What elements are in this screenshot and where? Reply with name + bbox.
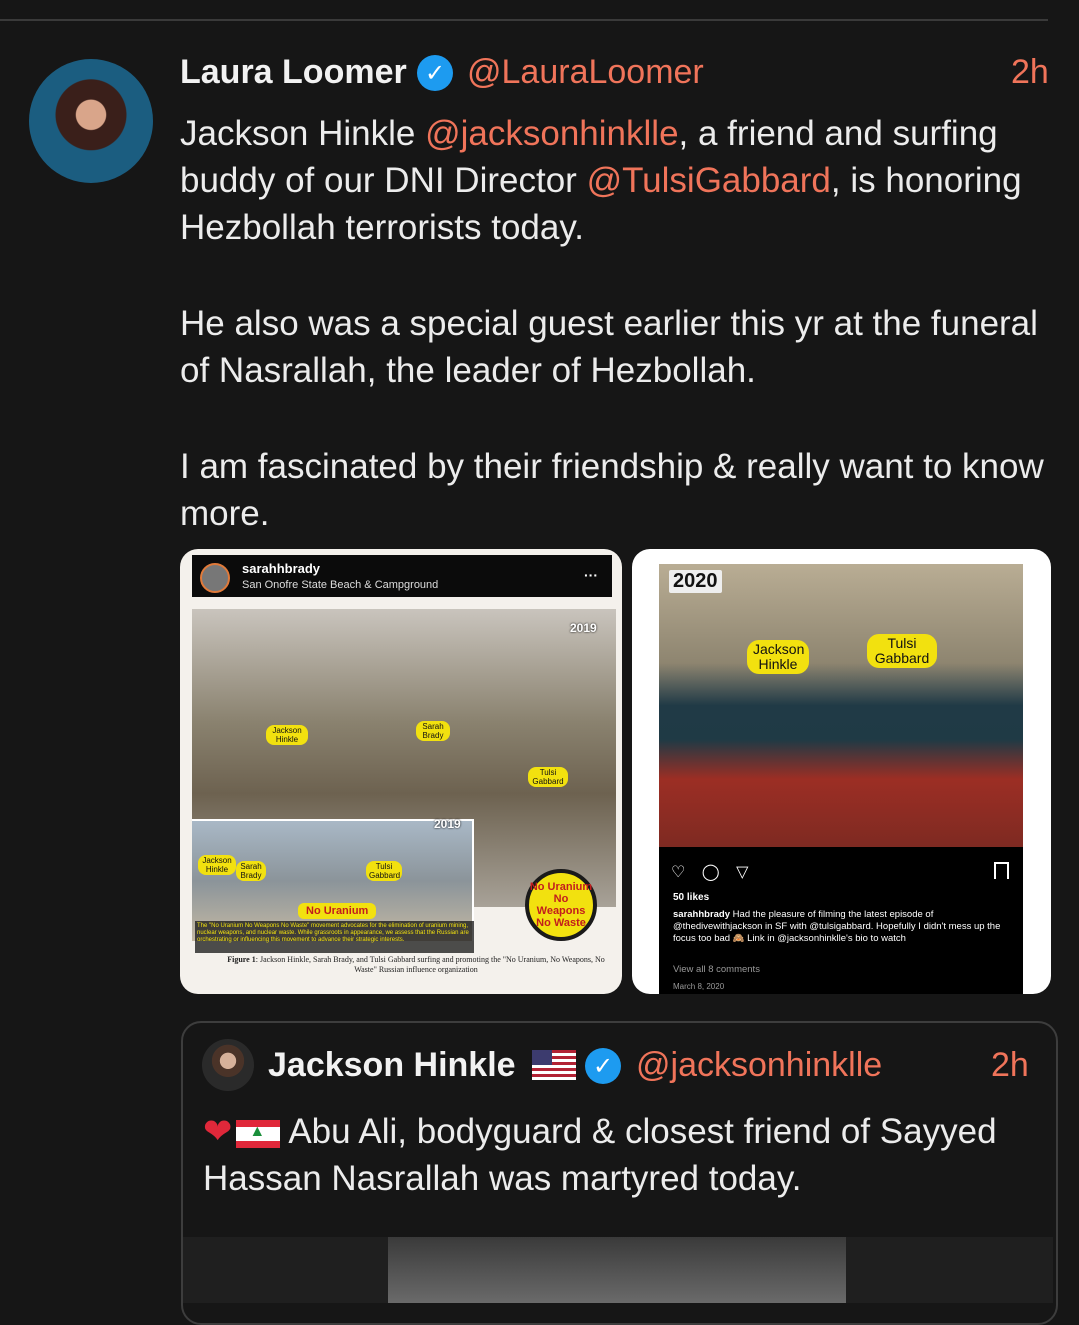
ig-caption-user: sarahhbrady <box>673 909 731 920</box>
more-icon: ··· <box>584 567 598 583</box>
quoted-text: ❤Abu Ali, bodyguard & closest friend of … <box>203 1108 1043 1202</box>
top-divider <box>0 0 1048 21</box>
year-label: 2019 <box>570 621 597 635</box>
year-label-inset: 2019 <box>434 817 461 831</box>
author-name[interactable]: Laura Loomer <box>180 53 407 92</box>
avatar[interactable] <box>29 59 153 183</box>
ig-date: March 8, 2020 <box>673 982 725 991</box>
quoted-author-handle[interactable]: @jacksonhinklle <box>636 1046 882 1085</box>
ig-location: San Onofre State Beach & Campground <box>242 579 439 591</box>
ig-caption: sarahhbrady Had the pleasure of filming … <box>673 909 1003 945</box>
post-paragraph: I am fascinated by their friendship & re… <box>180 447 1044 533</box>
heart-icon: ❤ <box>203 1112 233 1151</box>
ig-username: sarahhbrady <box>242 561 321 576</box>
post-paragraph: He also was a special guest earlier this… <box>180 304 1038 390</box>
tag-sarah: Sarah Brady <box>416 721 450 741</box>
post-text: Jackson Hinkle @jacksonhinklle, a friend… <box>180 110 1070 586</box>
tag-jackson: Jackson Hinkle <box>747 640 809 674</box>
us-flag-icon <box>532 1050 576 1080</box>
verified-badge-icon: ✓ <box>417 55 453 91</box>
year-label: 2020 <box>669 570 722 593</box>
lebanon-flag-icon <box>236 1119 281 1148</box>
post-text-part: Jackson Hinkle <box>180 114 426 153</box>
instagram-post: 2020 Jackson Hinkle Tulsi Gabbard ♡ ◯ ▽ … <box>659 564 1023 994</box>
movement-description: The "No Uranium No Weapons No Waste" mov… <box>195 921 474 953</box>
mention-link[interactable]: @TulsiGabbard <box>587 161 831 200</box>
tag-jackson-inset: Jackson Hinkle <box>198 855 236 875</box>
quoted-author-name[interactable]: Jackson Hinkle <box>268 1046 516 1085</box>
author-handle[interactable]: @LauraLoomer <box>467 53 704 92</box>
quoted-media-image[interactable] <box>388 1237 846 1303</box>
tag-sarah-inset: Sarah Brady <box>236 861 266 881</box>
figure-label: Figure 1 <box>227 955 256 964</box>
no-uranium-banner: No Uranium <box>298 903 377 919</box>
quoted-text-body: Abu Ali, bodyguard & closest friend of S… <box>203 1112 997 1198</box>
verified-badge-icon: ✓ <box>585 1048 621 1084</box>
quoted-avatar[interactable] <box>202 1039 254 1091</box>
figure-caption-text: : Jackson Hinkle, Sarah Brady, and Tulsi… <box>255 955 605 974</box>
ig-likes: 50 likes <box>673 892 710 903</box>
media-image-left[interactable]: sarahhbrady San Onofre State Beach & Cam… <box>180 549 622 994</box>
instagram-header: sarahhbrady San Onofre State Beach & Cam… <box>192 555 612 597</box>
mention-link[interactable]: @jacksonhinklle <box>425 114 678 153</box>
quoted-post-time[interactable]: 2h <box>991 1046 1029 1085</box>
post-time[interactable]: 2h <box>1011 53 1049 92</box>
ig-avatar <box>200 563 230 593</box>
ig-action-icons: ♡ ◯ ▽ <box>671 864 755 881</box>
media-image-right[interactable]: 2020 Jackson Hinkle Tulsi Gabbard ♡ ◯ ▽ … <box>632 549 1051 994</box>
tag-tulsi-inset: Tulsi Gabbard <box>366 861 402 881</box>
figure-caption: Figure 1: Jackson Hinkle, Sarah Brady, a… <box>216 955 616 975</box>
tag-tulsi: Tulsi Gabbard <box>867 634 937 668</box>
bookmark-icon <box>994 862 1009 879</box>
no-uranium-logo: No Uranium No Weapons No Waste <box>525 869 597 941</box>
ig-view-comments: View all 8 comments <box>673 964 760 975</box>
tag-jackson: Jackson Hinkle <box>266 725 308 745</box>
interview-photo <box>659 564 1023 847</box>
tag-tulsi: Tulsi Gabbard <box>528 767 568 787</box>
